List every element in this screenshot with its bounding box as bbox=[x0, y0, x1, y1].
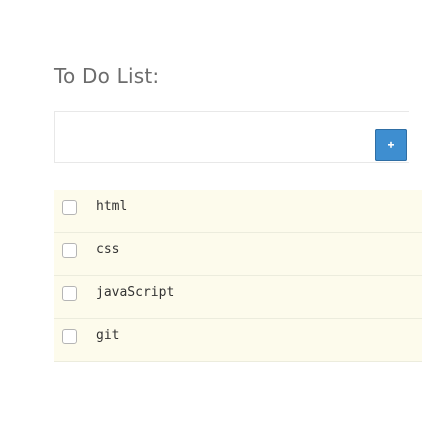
todo-item: html bbox=[54, 190, 422, 233]
todo-checkbox[interactable] bbox=[62, 243, 77, 258]
todo-text: javaScript bbox=[96, 285, 175, 300]
new-todo-input[interactable] bbox=[54, 111, 409, 163]
plus-icon bbox=[388, 141, 394, 148]
todo-checkbox[interactable] bbox=[62, 200, 77, 215]
todo-text: git bbox=[96, 328, 120, 343]
todo-text: html bbox=[96, 199, 128, 214]
add-todo-button[interactable] bbox=[375, 129, 407, 161]
add-todo-form bbox=[54, 111, 422, 165]
todo-list: html css javaScript git bbox=[54, 190, 422, 362]
todo-text: css bbox=[96, 242, 120, 257]
todo-item: css bbox=[54, 233, 422, 276]
todo-item: git bbox=[54, 319, 422, 362]
page-title: To Do List: bbox=[54, 64, 160, 88]
todo-checkbox[interactable] bbox=[62, 286, 77, 301]
todo-item: javaScript bbox=[54, 276, 422, 319]
todo-checkbox[interactable] bbox=[62, 329, 77, 344]
